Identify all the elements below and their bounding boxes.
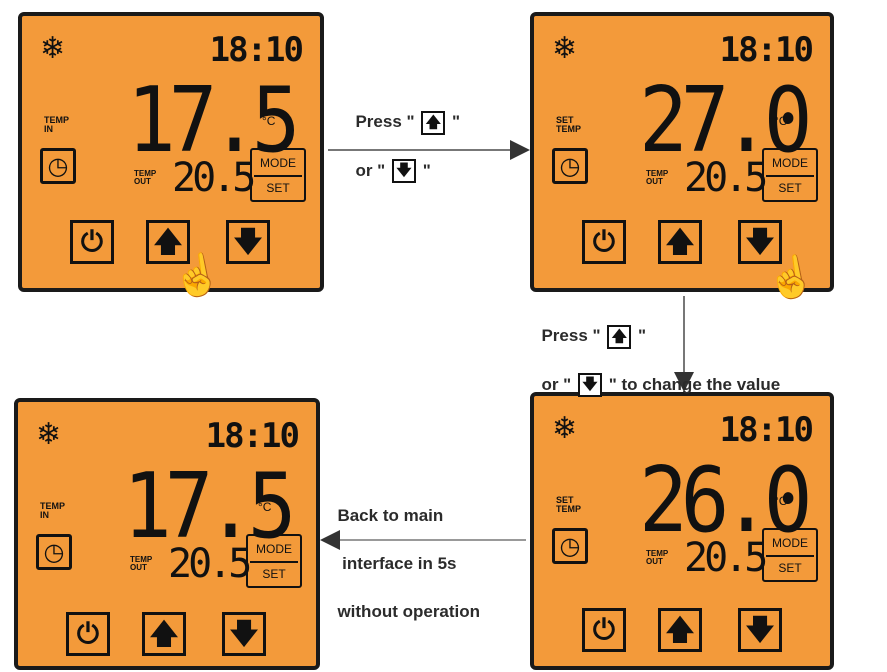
clock-display: 18:10 <box>209 30 304 70</box>
temp-in-label: TEMP IN <box>40 501 65 520</box>
power-button[interactable]: ⏻ <box>582 220 626 264</box>
up-arrow-icon: 🡅 <box>421 110 446 135</box>
thermostat-panel-main-1: ❄ 18:10 TEMP IN 17.5 °C ◷ TEMP OUT 20.5 … <box>18 12 324 302</box>
thermostat-panel-set-2: ❄ 18:10 SET TEMP 26.0 °C ◷ TEMP OUT 20.5… <box>530 392 834 670</box>
timer-icon[interactable]: ◷ <box>552 148 588 184</box>
power-button[interactable]: ⏻ <box>66 612 110 656</box>
celsius-unit: °C <box>258 500 272 514</box>
snowflake-icon: ❄ <box>552 412 578 445</box>
mode-set-button[interactable]: MODE SET <box>762 528 818 582</box>
timer-icon[interactable]: ◷ <box>552 528 588 564</box>
clock-display: 18:10 <box>205 416 300 456</box>
caption-press-word: Press <box>355 112 402 131</box>
down-button[interactable]: 🡇 <box>222 612 266 656</box>
mode-label[interactable]: MODE <box>766 152 814 177</box>
thermostat-panel-set-1: ❄ 18:10 SET TEMP 27.0 °C ◷ TEMP OUT 20.5… <box>530 12 834 304</box>
temp-in-label: TEMP IN <box>44 115 69 134</box>
set-temp-label: SET TEMP <box>556 495 582 514</box>
thermostat-panel-main-2: ❄ 18:10 TEMP IN 17.5 °C ◷ TEMP OUT 20.5 … <box>14 398 320 670</box>
temp-out-label: TEMP OUT <box>646 169 669 186</box>
outdoor-temperature: 20.5 <box>684 535 768 581</box>
mode-set-button[interactable]: MODE SET <box>250 148 306 202</box>
down-arrow-icon: 🡇 <box>577 373 602 398</box>
caption-back-line-1: Back to main <box>337 506 444 525</box>
caption-back-to-main: Back to main interface in 5s without ope… <box>328 480 480 624</box>
down-button[interactable]: 🡇 <box>738 608 782 652</box>
temp-out-label: TEMP OUT <box>134 169 157 186</box>
set-temp-label: SET TEMP <box>556 115 582 134</box>
caption-back-line-2: interface in 5s <box>337 554 457 573</box>
up-button[interactable]: 🡅 <box>658 220 702 264</box>
clock-display: 18:10 <box>719 30 814 70</box>
up-button[interactable]: 🡅 <box>658 608 702 652</box>
up-button[interactable]: 🡅 <box>142 612 186 656</box>
caption-press-word: Press <box>541 326 588 345</box>
set-label[interactable]: SET <box>254 177 302 200</box>
outdoor-temperature: 20.5 <box>168 541 252 587</box>
celsius-unit: °C <box>262 114 276 128</box>
mode-set-button[interactable]: MODE SET <box>762 148 818 202</box>
clock-display: 18:10 <box>719 410 814 450</box>
mode-label[interactable]: MODE <box>250 538 298 563</box>
caption-or-word: or <box>355 160 373 180</box>
celsius-unit: °C <box>774 494 788 508</box>
pointing-hand-icon: ☝ <box>168 250 226 302</box>
set-label[interactable]: SET <box>250 563 298 586</box>
snowflake-icon: ❄ <box>552 32 578 65</box>
caption-back-line-3: without operation <box>337 602 481 621</box>
outdoor-temperature: 20.5 <box>172 155 256 201</box>
caption-or-word: or <box>541 374 559 394</box>
celsius-unit: °C <box>774 114 788 128</box>
temp-out-label: TEMP OUT <box>646 549 669 566</box>
timer-icon[interactable]: ◷ <box>36 534 72 570</box>
caption-press-up-down-1: Press " 🡅 " or " 🡇 " <box>346 86 460 184</box>
temp-out-label: TEMP OUT <box>130 555 153 572</box>
mode-set-button[interactable]: MODE SET <box>246 534 302 588</box>
power-button[interactable]: ⏻ <box>582 608 626 652</box>
up-arrow-icon: 🡅 <box>607 324 632 349</box>
snowflake-icon: ❄ <box>36 418 62 451</box>
mode-label[interactable]: MODE <box>766 532 814 557</box>
pointing-hand-icon: ☝ <box>762 252 820 304</box>
power-button[interactable]: ⏻ <box>70 220 114 264</box>
timer-icon[interactable]: ◷ <box>40 148 76 184</box>
mode-label[interactable]: MODE <box>254 152 302 177</box>
set-label[interactable]: SET <box>766 557 814 580</box>
caption-press-up-down-2: Press " 🡅 " or " 🡇 " to change the value <box>532 300 781 398</box>
down-button[interactable]: 🡇 <box>226 220 270 264</box>
snowflake-icon: ❄ <box>40 32 66 65</box>
set-label[interactable]: SET <box>766 177 814 200</box>
outdoor-temperature: 20.5 <box>684 155 768 201</box>
caption-change-value: to change the value <box>621 374 781 394</box>
down-arrow-icon: 🡇 <box>391 159 416 184</box>
